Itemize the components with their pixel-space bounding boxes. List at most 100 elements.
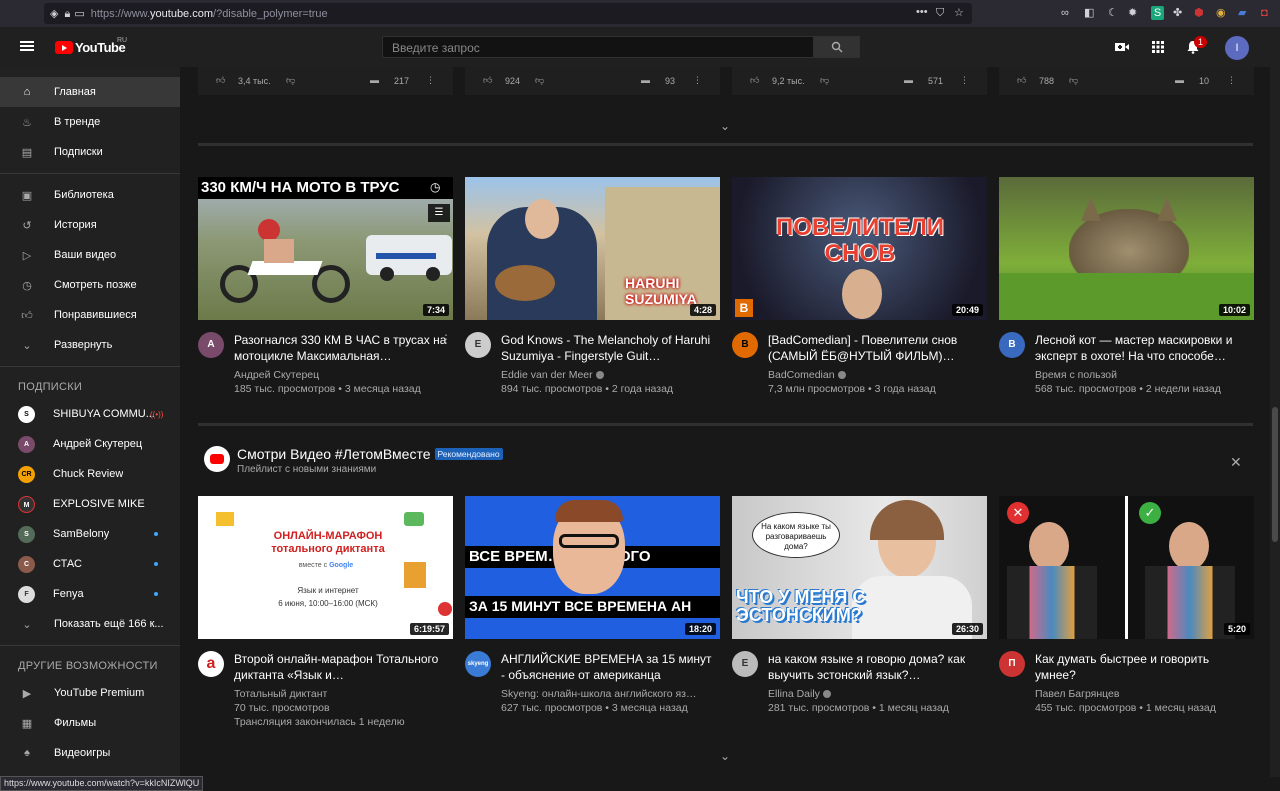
page-actions-icon[interactable]: ••• <box>916 5 928 19</box>
lock-icon[interactable]: 🔒︎ <box>64 7 70 21</box>
youtube-logo[interactable]: YouTube RU <box>55 37 127 55</box>
expand-chevron-icon[interactable]: ⌄ <box>720 749 730 763</box>
channel-avatar[interactable]: П <box>999 651 1025 677</box>
video-card[interactable]: ВСЕ ВРЕМ… ЛИЙСКОГО ЗА 15 МИНУТ ВСЕ ВРЕМЕ… <box>465 496 720 714</box>
extension-flag-icon[interactable]: ▰ <box>1238 6 1246 20</box>
sidebar-item-history[interactable]: ↺ История <box>0 210 180 240</box>
video-card[interactable]: ✕ ✓ 5:20 П Как думать быстрее и говорить… <box>999 496 1254 714</box>
channel-avatar[interactable]: А <box>198 332 224 358</box>
sidebar-item-subscriptions[interactable]: ▤ Подписки <box>0 137 180 167</box>
shield-icon[interactable]: ◈ <box>50 7 58 21</box>
expand-chevron-icon[interactable]: ⌄ <box>720 119 730 133</box>
extension-moon-icon[interactable]: ☾ <box>1108 6 1118 20</box>
sidebar-sub-explosive-mike[interactable]: M EXPLOSIVE MIKE <box>0 489 180 519</box>
youtube-channel-icon[interactable] <box>204 446 230 472</box>
extension-globe-icon[interactable]: ◉ <box>1216 6 1226 20</box>
sidebar-sub-skuterets[interactable]: А Андрей Скутерец <box>0 429 180 459</box>
extension-puzzle-icon[interactable]: ✤ <box>1173 6 1182 20</box>
search-input[interactable]: Введите запрос <box>382 36 814 58</box>
channel-name[interactable]: Ellina Daily <box>768 688 820 700</box>
thumb-up-icon[interactable]: 👍︎ <box>216 75 225 86</box>
sidebar-show-more-subs[interactable]: ⌄ Показать ещё 166 к... <box>0 609 180 639</box>
video-title[interactable]: God Knows - The Melancholy of Haruhi Suz… <box>501 332 716 364</box>
sidebar-sub-chuck-review[interactable]: CR Chuck Review <box>0 459 180 489</box>
video-card[interactable]: 10:02 В Лесной кот — мастер маскировки и… <box>999 177 1254 395</box>
thumb-down-icon[interactable]: 👎︎ <box>286 75 295 86</box>
channel-name[interactable]: Андрей Скутерец <box>234 369 319 381</box>
channel-avatar[interactable]: В <box>999 332 1025 358</box>
thumb-down-icon[interactable]: 👎︎ <box>535 75 544 86</box>
more-vert-icon[interactable]: ⋮ <box>960 75 969 86</box>
channel-name[interactable]: Павел Багрянцев <box>1035 688 1119 700</box>
channel-avatar[interactable]: а <box>198 651 224 677</box>
more-vert-icon[interactable]: ⋮ <box>440 332 452 346</box>
extension-glasses-icon[interactable]: ∞ <box>1061 6 1069 20</box>
permissions-icon[interactable]: ▭ <box>74 7 84 21</box>
video-title[interactable]: АНГЛИЙСКИЕ ВРЕМЕНА за 15 минут - объясне… <box>501 651 716 683</box>
channel-name[interactable]: Eddie van der Meer <box>501 369 593 381</box>
sidebar-sub-stas[interactable]: С СТАС <box>0 549 180 579</box>
close-icon[interactable]: ✕ <box>1230 454 1242 471</box>
sidebar-sub-sambelony[interactable]: S SamBelony <box>0 519 180 549</box>
sidebar-item-watch-later[interactable]: ◷ Смотреть позже <box>0 270 180 300</box>
add-to-queue-icon[interactable]: ☰ <box>428 204 450 222</box>
sidebar-item-home[interactable]: ⌂ Главная <box>0 77 180 107</box>
video-card[interactable]: ОНЛАЙН-МАРАФОН тотального диктанта вмест… <box>198 496 453 728</box>
video-thumbnail[interactable]: 10:02 <box>999 177 1254 320</box>
video-thumbnail[interactable]: На каком языке ты разговариваешь дома? Ч… <box>732 496 987 639</box>
video-title[interactable]: Разогнался 330 КМ В ЧАС в трусах на мото… <box>234 332 449 364</box>
account-avatar[interactable]: I <box>1225 36 1249 60</box>
channel-avatar[interactable]: B <box>732 332 758 358</box>
comment-icon[interactable]: ▬ <box>1175 75 1184 85</box>
video-title[interactable]: Как думать быстрее и говорить умнее? <box>1035 651 1250 683</box>
more-vert-icon[interactable]: ⋮ <box>426 75 435 86</box>
channel-name[interactable]: Время с пользой <box>1035 369 1117 381</box>
comment-icon[interactable]: ▬ <box>370 75 379 85</box>
comment-icon[interactable]: ▬ <box>904 75 913 85</box>
channel-name[interactable]: Тотальный диктант <box>234 688 327 700</box>
channel-name[interactable]: Skyeng: онлайн-школа английского яз… <box>501 688 697 700</box>
thumb-up-icon[interactable]: 👍︎ <box>750 75 759 86</box>
video-thumbnail[interactable]: ПОВЕЛИТЕЛИ СНОВ B 20:49 <box>732 177 987 320</box>
channel-avatar[interactable]: E <box>732 651 758 677</box>
sidebar-item-library[interactable]: ▣ Библиотека <box>0 180 180 210</box>
ublock-icon[interactable]: ⬢ <box>1194 6 1204 20</box>
extension-s-icon[interactable]: S <box>1151 6 1164 20</box>
watch-later-icon[interactable]: ◷ <box>430 180 440 194</box>
scrollbar-thumb[interactable] <box>1272 407 1278 542</box>
screenshot-icon[interactable]: ◘ <box>1261 6 1268 20</box>
sidebar-item-premium[interactable]: ▶ YouTube Premium <box>0 678 180 708</box>
sidebar-item-trending[interactable]: ♨ В тренде <box>0 107 180 137</box>
sidebar-item-your-videos[interactable]: ▷ Ваши видео <box>0 240 180 270</box>
video-title[interactable]: [BadComedian] - Повелители снов (САМЫЙ Ё… <box>768 332 983 364</box>
sidebar-item-movies[interactable]: ▦ Фильмы <box>0 708 180 738</box>
extension-reader-icon[interactable]: ◧ <box>1084 6 1094 20</box>
thumb-up-icon[interactable]: 👍︎ <box>1017 75 1026 86</box>
video-card[interactable]: ПОВЕЛИТЕЛИ СНОВ B 20:49 B [BadComedian] … <box>732 177 987 395</box>
video-thumbnail[interactable]: ОНЛАЙН-МАРАФОН тотального диктанта вмест… <box>198 496 453 639</box>
video-thumbnail[interactable]: ВСЕ ВРЕМ… ЛИЙСКОГО ЗА 15 МИНУТ ВСЕ ВРЕМЕ… <box>465 496 720 639</box>
video-title[interactable]: Второй онлайн-марафон Тотального диктант… <box>234 651 449 683</box>
pocket-icon[interactable]: ⛉ <box>936 6 944 20</box>
thumb-up-icon[interactable]: 👍︎ <box>483 75 492 86</box>
search-button[interactable] <box>814 36 860 58</box>
video-thumbnail[interactable]: ✕ ✓ 5:20 <box>999 496 1254 639</box>
video-card[interactable]: HARUHI SUZUMIYA 4:28 E God Knows - The M… <box>465 177 720 395</box>
video-card[interactable]: На каком языке ты разговариваешь дома? Ч… <box>732 496 987 714</box>
video-title[interactable]: Лесной кот — мастер маскировки и эксперт… <box>1035 332 1250 364</box>
create-video-icon[interactable] <box>1114 40 1130 54</box>
sidebar-item-liked[interactable]: 👍︎ Понравившиеся <box>0 300 180 330</box>
channel-name[interactable]: BadComedian <box>768 369 835 381</box>
bookmark-star-icon[interactable]: ☆ <box>954 6 964 20</box>
menu-icon[interactable] <box>20 41 34 51</box>
more-vert-icon[interactable]: ⋮ <box>1227 75 1236 86</box>
channel-avatar[interactable]: skyeng <box>465 651 491 677</box>
comment-icon[interactable]: ▬ <box>641 75 650 85</box>
sidebar-item-expand[interactable]: ⌄ Развернуть <box>0 330 180 360</box>
video-card[interactable]: 330 КМ/Ч НА МОТО В ТРУС ◷ ☰ 7:34 А Разог… <box>198 177 453 395</box>
video-title[interactable]: на каком языке я говорю дома? как выучит… <box>768 651 983 683</box>
apps-grid-icon[interactable] <box>1151 40 1165 54</box>
address-bar[interactable]: ◈ 🔒︎ ▭ https://www.youtube.com/?disable_… <box>44 3 972 24</box>
thumb-down-icon[interactable]: 👎︎ <box>820 75 829 86</box>
sidebar-item-games[interactable]: ♠ Видеоигры <box>0 738 180 768</box>
